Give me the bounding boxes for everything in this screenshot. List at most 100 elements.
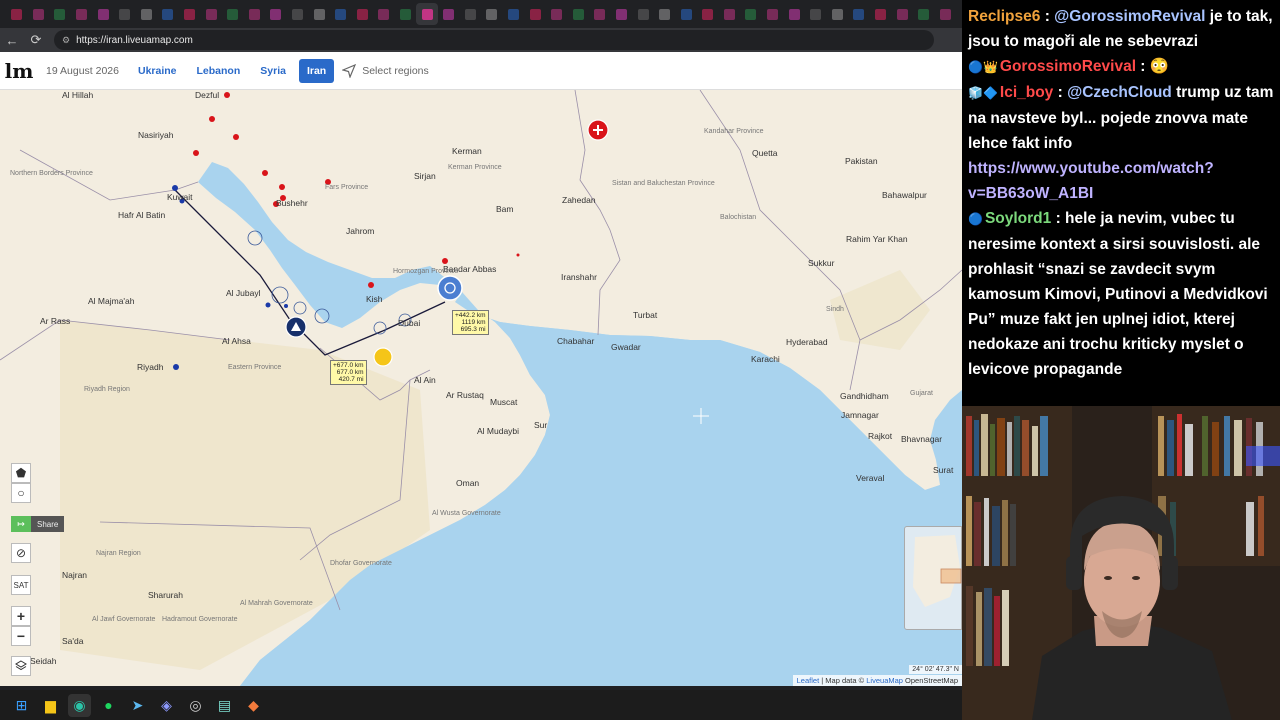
browser-tab[interactable]: [28, 3, 50, 25]
chat-username[interactable]: Soylord1: [985, 210, 1051, 227]
zoom-out-button[interactable]: −: [11, 626, 31, 646]
browser-tab[interactable]: [503, 3, 525, 25]
select-regions-button[interactable]: Select regions: [342, 63, 429, 78]
discord-icon[interactable]: ◈: [155, 694, 178, 717]
map-label: Hadramout Governorate: [162, 616, 238, 623]
browser-tab[interactable]: [719, 3, 741, 25]
browser-tab[interactable]: [438, 3, 460, 25]
webcam-feed: [962, 406, 1280, 720]
browser-tab[interactable]: [459, 3, 481, 25]
minimap[interactable]: [904, 526, 962, 630]
browser-tab[interactable]: [611, 3, 633, 25]
browser-tab[interactable]: [92, 3, 114, 25]
hide-layer-button[interactable]: ⊘: [11, 543, 31, 563]
browser-tab[interactable]: [870, 3, 892, 25]
chat-link[interactable]: https://www.youtube.com/watch?v=BB63oW_A…: [968, 160, 1214, 202]
browser-tab[interactable]: [783, 3, 805, 25]
chat-colon: :: [1040, 8, 1055, 25]
browser-tab[interactable]: [524, 3, 546, 25]
share-button[interactable]: ↦ Share: [11, 516, 65, 532]
url-field[interactable]: ⚙ https://iran.liveuamap.com: [54, 30, 934, 50]
map-label: Bhavnagar: [901, 434, 943, 444]
notepad-icon[interactable]: ▤: [213, 694, 236, 717]
browser-tab[interactable]: [179, 3, 201, 25]
map-label: Fars Province: [325, 184, 369, 191]
draw-polygon-button[interactable]: ⬟: [11, 463, 31, 483]
browser-tab[interactable]: [913, 3, 935, 25]
chat-username[interactable]: Ici_boy: [1000, 84, 1053, 101]
map-attribution: Leaflet | Map data © LiveuaMap OpenStree…: [792, 675, 962, 686]
tab-favicon-icon: [119, 8, 131, 20]
browser-tab[interactable]: [567, 3, 589, 25]
browser-tab[interactable]: [373, 3, 395, 25]
browser-tab[interactable]: [6, 3, 28, 25]
back-button[interactable]: ←: [0, 28, 24, 52]
browser-tab[interactable]: [740, 3, 762, 25]
obs-icon[interactable]: ◎: [184, 694, 207, 717]
region-tab-lebanon[interactable]: Lebanon: [190, 61, 248, 81]
file-explorer-icon[interactable]: ▆: [39, 694, 62, 717]
browser-tab[interactable]: [654, 3, 676, 25]
map-label: Kandahar Province: [704, 128, 764, 135]
draw-circle-button[interactable]: ○: [11, 483, 31, 503]
browser-tab[interactable]: [244, 3, 266, 25]
map-canvas[interactable]: Al Hillah Nasiriyah Dezful Kuwait Hafr A…: [0, 90, 962, 686]
browser-tab[interactable]: [827, 3, 849, 25]
map-label: Hafr Al Batin: [118, 210, 166, 220]
browser-tab[interactable]: [222, 3, 244, 25]
map-label: Kuwait: [167, 192, 193, 202]
map-label: Al Ahsa: [222, 336, 251, 346]
spotify-icon[interactable]: ●: [97, 694, 120, 717]
chat-colon: :: [1053, 84, 1068, 101]
zoom-in-button[interactable]: +: [11, 606, 31, 626]
browser-tab[interactable]: [157, 3, 179, 25]
share-arrow-icon: ↦: [11, 516, 31, 532]
browser-tab[interactable]: [200, 3, 222, 25]
browser-tab[interactable]: [308, 3, 330, 25]
browser-tab[interactable]: [546, 3, 568, 25]
site-info-icon[interactable]: ⚙: [62, 35, 70, 46]
liveuamap-link[interactable]: LiveuaMap: [866, 676, 903, 685]
browser-tab[interactable]: [891, 3, 913, 25]
map-label: Chabahar: [557, 336, 595, 346]
browser-tab[interactable]: [352, 3, 374, 25]
browser-tab[interactable]: [416, 3, 438, 25]
browser-tab[interactable]: [481, 3, 503, 25]
browser-tab[interactable]: [71, 3, 93, 25]
browser-tab[interactable]: [330, 3, 352, 25]
browser-tab[interactable]: [395, 3, 417, 25]
browser-tab[interactable]: [632, 3, 654, 25]
site-logo[interactable]: lm: [0, 52, 38, 90]
browser-tab[interactable]: [114, 3, 136, 25]
browser-tab[interactable]: [265, 3, 287, 25]
date-label[interactable]: 19 August 2026: [46, 65, 119, 77]
osm-credit[interactable]: OpenStreetMap: [903, 676, 958, 685]
chat-username[interactable]: Reclipse6: [968, 8, 1040, 25]
region-tab-syria[interactable]: Syria: [253, 61, 293, 81]
tab-favicon-icon: [356, 8, 368, 20]
figma-icon[interactable]: ◆: [242, 694, 265, 717]
browser-tab[interactable]: [49, 3, 71, 25]
reload-button[interactable]: ⟳: [24, 28, 48, 52]
browser-tab[interactable]: [805, 3, 827, 25]
browser-tab[interactable]: [697, 3, 719, 25]
browser-tab[interactable]: [762, 3, 784, 25]
layers-button[interactable]: [11, 656, 31, 676]
browser-tab[interactable]: [136, 3, 158, 25]
region-tab-ukraine[interactable]: Ukraine: [131, 61, 184, 81]
chat-mention[interactable]: @GorossimoRevival: [1054, 8, 1205, 25]
browser-tab[interactable]: [675, 3, 697, 25]
satellite-toggle[interactable]: SAT: [11, 575, 31, 595]
telegram-icon[interactable]: ➤: [126, 694, 149, 717]
start-icon[interactable]: ⊞: [10, 694, 33, 717]
browser-tab[interactable]: [848, 3, 870, 25]
chat-mention[interactable]: @CzechCloud: [1067, 84, 1172, 101]
browser-tab[interactable]: [935, 3, 957, 25]
region-tab-iran[interactable]: Iran: [298, 58, 335, 83]
chat-username[interactable]: GorossimoRevival: [1000, 58, 1136, 75]
browser-tab[interactable]: [287, 3, 309, 25]
tab-favicon-icon: [97, 8, 109, 20]
browser-tab[interactable]: [589, 3, 611, 25]
edge-icon[interactable]: ◉: [68, 693, 91, 717]
leaflet-link[interactable]: Leaflet: [797, 676, 820, 685]
